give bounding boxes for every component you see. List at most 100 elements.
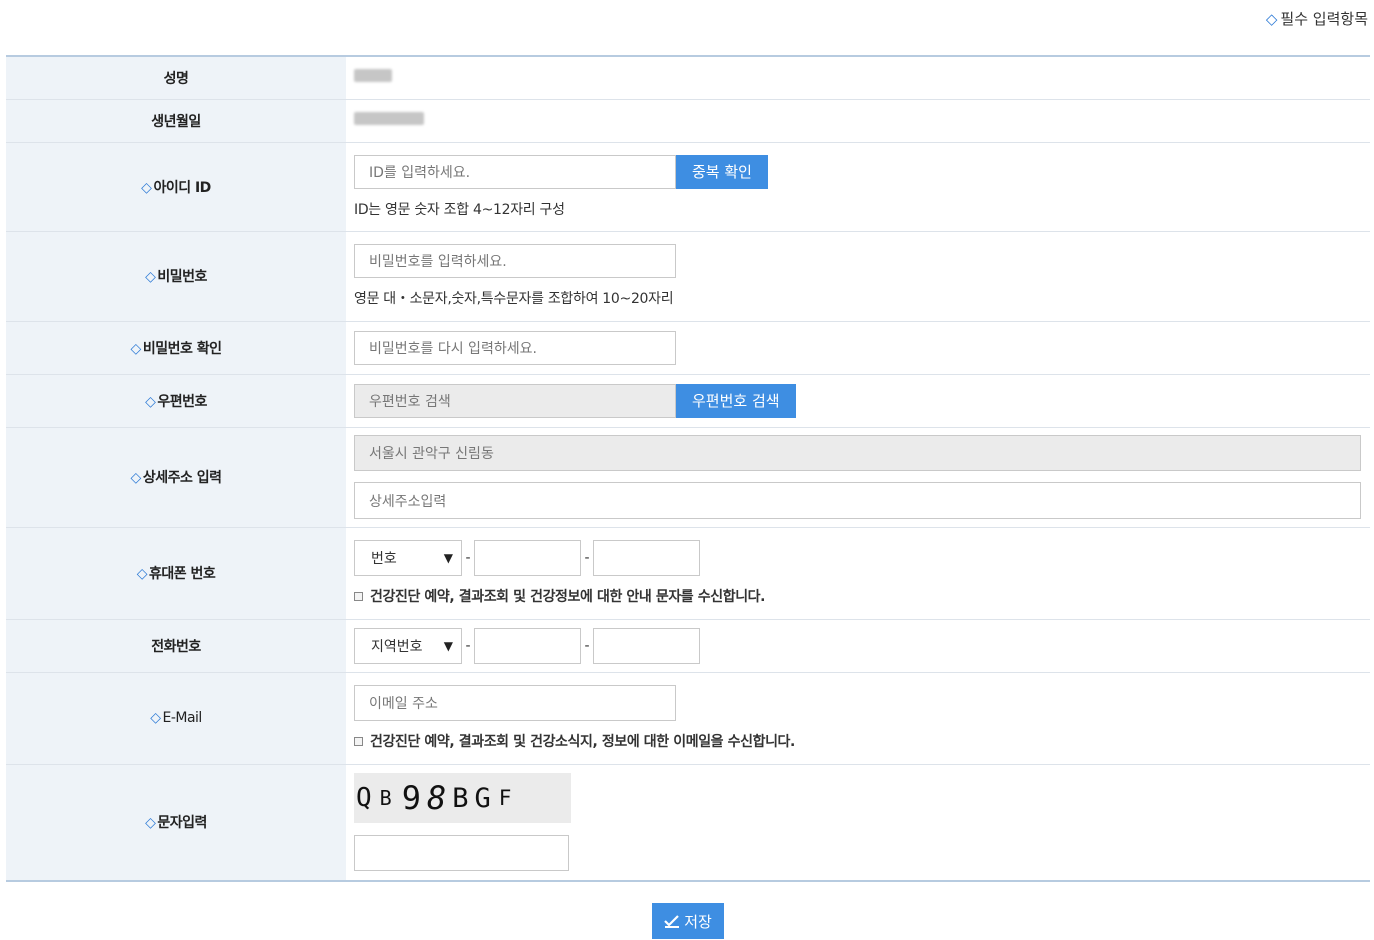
mobile-middle-input[interactable] (474, 540, 581, 576)
label-phone: 전화번호 (6, 619, 346, 673)
captcha-char: B (452, 782, 469, 814)
email-input[interactable]: 이메일 주소 (354, 685, 676, 721)
row-address: ◇ 상세주소 입력 서울시 관악구 신림동 상세주소입력 (6, 427, 1370, 528)
captcha-image: Q B 9 8 B G F (354, 773, 571, 824)
label-birth-text: 생년월일 (151, 113, 201, 130)
check-duplicate-button[interactable]: 중복 확인 (676, 154, 768, 189)
signup-form: 성명 생년월일 ◇ 아이디 ID ID를 입력하세요. 중복 확인 ID는 영문 … (6, 55, 1370, 882)
label-password-confirm-text: 비밀번호 확인 (142, 340, 222, 357)
row-password: ◇ 비밀번호 비밀번호를 입력하세요. 영문 대・소문자,숫자,특수문자를 조합하… (6, 231, 1370, 322)
area-code-select[interactable]: 지역번호 ▼ (354, 627, 462, 664)
diamond-icon: ◇ (136, 566, 148, 582)
value-email: 이메일 주소 건강진단 예약, 결과조회 및 건강소식지, 정보에 대한 이메일… (346, 672, 1370, 765)
masked-name-value (354, 69, 392, 83)
label-password-confirm: ◇ 비밀번호 확인 (6, 321, 346, 375)
dash-separator: - (584, 550, 590, 566)
diamond-icon: ◇ (150, 710, 161, 726)
label-zipcode-text: 우편번호 (157, 393, 207, 410)
sms-consent-text: 건강진단 예약, 결과조회 및 건강정보에 대한 안내 문자를 수신합니다. (370, 589, 766, 605)
row-user-id: ◇ 아이디 ID ID를 입력하세요. 중복 확인 ID는 영문 숫자 조합 4~… (6, 142, 1370, 232)
value-address: 서울시 관악구 신림동 상세주소입력 (346, 427, 1370, 528)
value-phone: 지역번호 ▼ - - (346, 619, 1370, 673)
value-password: 비밀번호를 입력하세요. 영문 대・소문자,숫자,특수문자를 조합하여 10~2… (346, 231, 1370, 322)
sms-consent-checkbox[interactable] (354, 591, 363, 601)
label-user-id-text: 아이디 ID (153, 179, 211, 196)
password-confirm-input[interactable]: 비밀번호를 다시 입력하세요. (354, 330, 676, 365)
label-password-text: 비밀번호 (157, 269, 207, 285)
diamond-icon: ◇ (141, 179, 152, 196)
sms-consent: 건강진단 예약, 결과조회 및 건강정보에 대한 안내 문자를 수신합니다. (354, 586, 1370, 606)
value-zipcode: 우편번호 검색 우편번호 검색 (346, 374, 1370, 428)
value-mobile: 번호 ▼ - - 건강진단 예약, 결과조회 및 건강정보에 대한 안내 문자를… (346, 527, 1370, 620)
save-button-label: 저장 (684, 912, 712, 931)
label-email-text: E-Mail (162, 710, 202, 726)
value-birth (346, 99, 1370, 143)
phone-middle-input[interactable] (474, 627, 581, 664)
label-mobile-text: 휴대폰 번호 (149, 566, 216, 582)
row-mobile: ◇ 휴대폰 번호 번호 ▼ - - 건강진단 예약, 결과조회 및 건강정보에 대… (6, 527, 1370, 620)
dash-separator: - (465, 637, 471, 654)
user-id-input[interactable]: ID를 입력하세요. (354, 154, 676, 189)
address-base-input[interactable]: 서울시 관악구 신림동 (354, 435, 1361, 471)
triangle-down-icon: ▼ (443, 638, 453, 653)
diamond-icon: ◇ (145, 393, 156, 410)
row-password-confirm: ◇ 비밀번호 확인 비밀번호를 다시 입력하세요. (6, 321, 1370, 375)
dash-separator: - (584, 637, 590, 654)
row-email: ◇ E-Mail 이메일 주소 건강진단 예약, 결과조회 및 건강소식지, 정보… (6, 672, 1370, 765)
required-note-text: 필수 입력항목 (1280, 10, 1368, 28)
captcha-char: F (498, 786, 512, 811)
label-email: ◇ E-Mail (6, 672, 346, 765)
row-phone: 전화번호 지역번호 ▼ - - (6, 619, 1370, 673)
password-help: 영문 대・소문자,숫자,특수문자를 조합하여 10~20자리 (354, 291, 674, 307)
label-birth: 생년월일 (6, 99, 346, 143)
row-captcha: ◇ 문자입력 Q B 9 8 B G F (6, 764, 1370, 880)
user-id-help: ID는 영문 숫자 조합 4~12자리 구성 (354, 201, 565, 218)
label-name: 성명 (6, 57, 346, 100)
mobile-prefix-select[interactable]: 번호 ▼ (354, 540, 462, 576)
diamond-icon: ◇ (145, 815, 156, 832)
triangle-down-icon: ▼ (443, 551, 453, 565)
pencil-check-icon (664, 915, 680, 928)
required-note: ◇ 필수 입력항목 (1266, 8, 1368, 29)
mobile-prefix-value: 번호 (371, 551, 397, 567)
zipcode-search-button[interactable]: 우편번호 검색 (676, 383, 796, 418)
label-address: ◇ 상세주소 입력 (6, 427, 346, 528)
password-input[interactable]: 비밀번호를 입력하세요. (354, 244, 676, 278)
email-consent: 건강진단 예약, 결과조회 및 건강소식지, 정보에 대한 이메일을 수신합니다… (354, 731, 1370, 751)
label-mobile: ◇ 휴대폰 번호 (6, 527, 346, 620)
label-name-text: 성명 (163, 70, 189, 87)
mobile-last-input[interactable] (593, 540, 700, 576)
captcha-char: B (379, 786, 392, 811)
captcha-char: Q (356, 783, 372, 814)
label-password: ◇ 비밀번호 (6, 231, 346, 322)
diamond-icon: ◇ (1265, 10, 1278, 28)
label-zipcode: ◇ 우편번호 (6, 374, 346, 428)
form-table: 성명 생년월일 ◇ 아이디 ID ID를 입력하세요. 중복 확인 ID는 영문 … (6, 57, 1370, 880)
email-consent-text: 건강진단 예약, 결과조회 및 건강소식지, 정보에 대한 이메일을 수신합니다… (370, 734, 795, 750)
address-detail-input[interactable]: 상세주소입력 (354, 482, 1361, 519)
zipcode-input[interactable]: 우편번호 검색 (354, 383, 676, 418)
phone-last-input[interactable] (593, 627, 700, 664)
area-code-value: 지역번호 (371, 638, 423, 655)
diamond-icon: ◇ (130, 470, 142, 486)
row-name: 성명 (6, 57, 1370, 100)
value-password-confirm: 비밀번호를 다시 입력하세요. (346, 321, 1370, 375)
row-zipcode: ◇ 우편번호 우편번호 검색 우편번호 검색 (6, 374, 1370, 428)
email-consent-checkbox[interactable] (354, 736, 363, 746)
value-captcha: Q B 9 8 B G F (346, 764, 1370, 880)
label-phone-text: 전화번호 (151, 638, 201, 655)
diamond-icon: ◇ (145, 269, 156, 285)
diamond-icon: ◇ (130, 340, 142, 357)
value-user-id: ID를 입력하세요. 중복 확인 ID는 영문 숫자 조합 4~12자리 구성 (346, 142, 1370, 232)
label-user-id: ◇ 아이디 ID (6, 142, 346, 232)
captcha-char: G (474, 782, 491, 814)
masked-birth-value (354, 112, 424, 125)
captcha-input[interactable] (354, 835, 569, 872)
label-captcha-text: 문자입력 (157, 815, 207, 832)
captcha-char: 8 (426, 779, 447, 818)
captcha-char: 9 (401, 779, 421, 818)
row-birth: 생년월일 (6, 99, 1370, 143)
save-button[interactable]: 저장 (652, 903, 724, 939)
value-name (346, 57, 1370, 100)
label-captcha: ◇ 문자입력 (6, 764, 346, 880)
